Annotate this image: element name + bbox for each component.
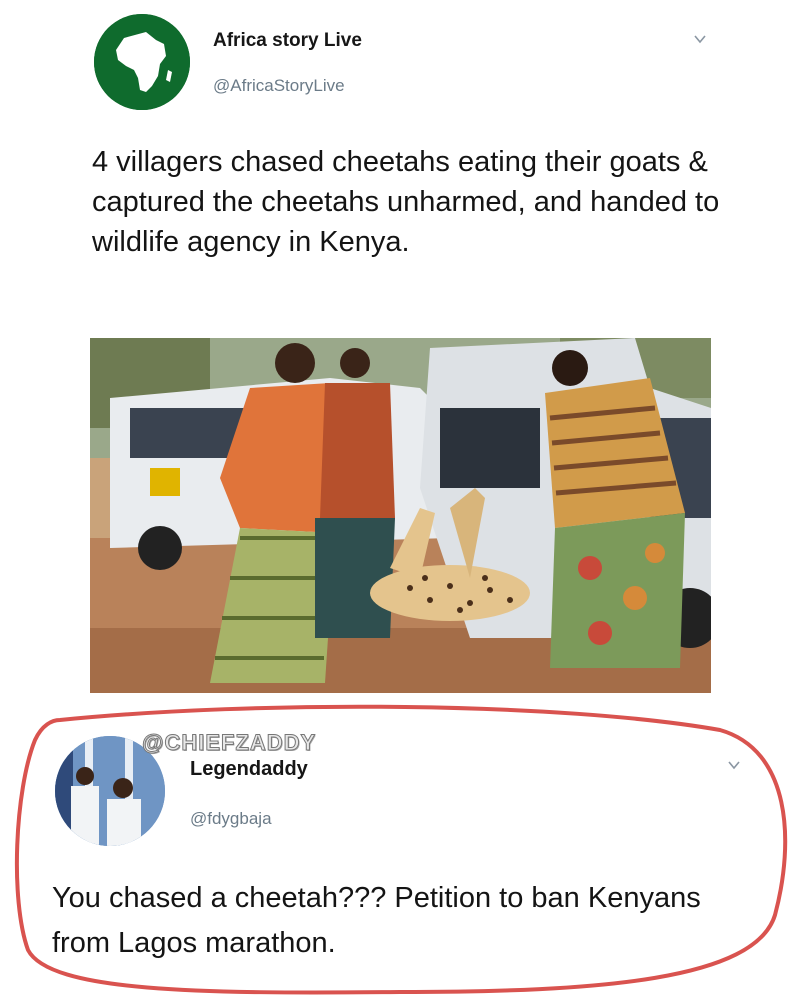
africa-map-logo-icon [94,14,190,110]
chevron-down-icon[interactable] [727,758,741,772]
chevron-down-icon[interactable] [693,32,707,46]
tweet-text: 4 villagers chased cheetahs eating their… [92,146,720,258]
watermark-text: @CHIEFZADDY [141,730,317,756]
africa-story-avatar[interactable] [94,14,190,110]
reply-text: You chased a cheetah??? Petition to ban … [52,882,701,959]
photo-villagers-carrying-cheetah-icon [90,338,711,693]
reply-tweet: @CHIEFZADDY Legendaddy @fdygbaja You cha… [0,700,797,1001]
original-tweet: Africa story Live @AfricaStoryLive 4 vil… [0,0,797,700]
tweet-photo[interactable] [90,338,711,693]
reply-author-handle[interactable]: @fdygbaja [190,809,272,829]
author-handle[interactable]: @AfricaStoryLive [213,76,345,96]
author-name[interactable]: Africa story Live [213,30,362,52]
reply-author-name[interactable]: Legendaddy [190,758,308,781]
